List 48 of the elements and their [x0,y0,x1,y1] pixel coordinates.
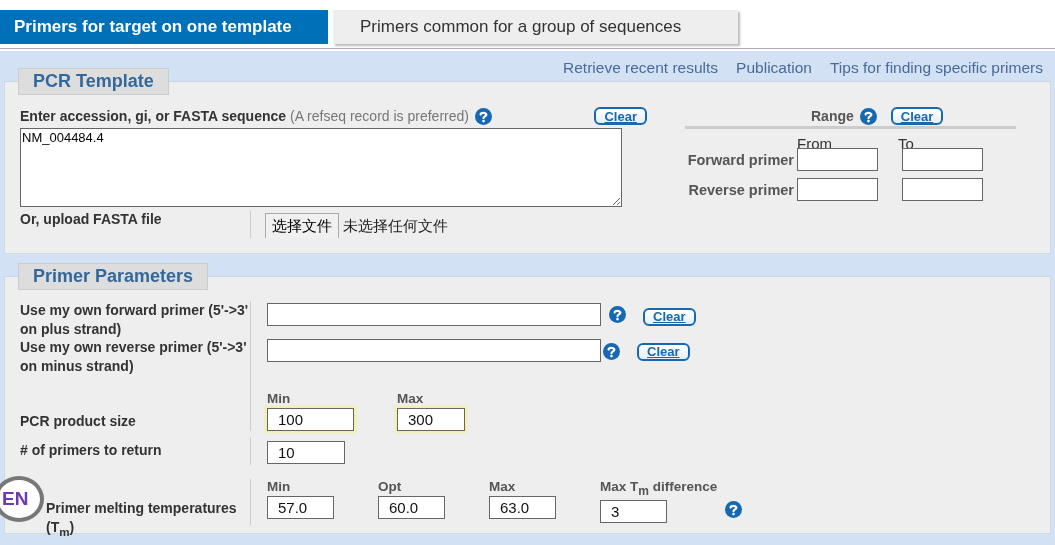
range-row-label: Forward primer [686,151,794,168]
upload-label: Or, upload FASTA file [20,211,163,227]
value-field[interactable]: 3 [600,499,667,523]
field-caption: Min [267,479,292,494]
link[interactable]: Publication [736,59,812,81]
help-icon[interactable] [859,107,877,125]
help-icon[interactable] [603,343,620,360]
help-icon[interactable] [725,501,743,518]
clear-button[interactable]: Clear [643,307,696,326]
from-field[interactable] [797,178,878,201]
field-caption: Min [267,391,292,406]
to-field[interactable] [902,148,983,171]
sequence-field[interactable]: NM_004484.4 [20,128,622,207]
field-caption: Opt [378,479,403,494]
sequence-label: Enter accession, gi, or FASTA sequence (A refseq record is preferred) [20,108,469,124]
link[interactable]: Tips for finding specific primers [829,59,1043,81]
clear-button[interactable]: Clear [890,107,944,125]
primer-sequence-field[interactable] [267,303,601,326]
value-field[interactable]: 100 [267,408,354,431]
field-label: PCR product size [20,412,136,431]
help-icon[interactable] [609,306,626,323]
range-row-label: Reverse primer [687,181,794,198]
value-field[interactable]: 10 [267,441,345,464]
field-caption: Max T$_{m}$ difference [600,479,718,498]
clear-button[interactable]: Clear [594,107,647,126]
field-label: Use my own reverse primer (5'->3' on minus strand) [20,338,248,376]
to-field[interactable] [902,178,983,201]
primer-sequence-field[interactable] [267,339,601,362]
field-label: Use my own forward primer (5'->3' on plus strand) [20,301,249,338]
value-field[interactable]: 57.0 [267,496,334,519]
clear-button[interactable]: Clear [637,342,690,361]
range-label: Range [811,108,854,124]
tab[interactable]: Primers for target on one template [0,10,328,44]
help-icon[interactable] [474,107,492,125]
link[interactable]: Retrieve recent results [563,59,719,81]
section-legend: PCR Template [18,68,169,95]
field-caption: Max [489,479,517,494]
choose-file-button[interactable]: 选择文件 [265,213,339,238]
value-field[interactable]: 300 [397,408,465,431]
from-field[interactable] [797,148,878,171]
field-label: # of primers to return [20,441,163,460]
field-label: Primer melting temperatures (T$_{m}$) [46,499,238,540]
value-field[interactable]: 60.0 [378,496,445,519]
file-status: 未选择任何文件 [343,217,448,236]
value-field[interactable]: 63.0 [489,496,556,519]
section-legend: Primer Parameters [18,263,209,290]
tab[interactable]: Primers common for a group of sequences [333,10,738,44]
field-caption: Max [397,391,425,406]
